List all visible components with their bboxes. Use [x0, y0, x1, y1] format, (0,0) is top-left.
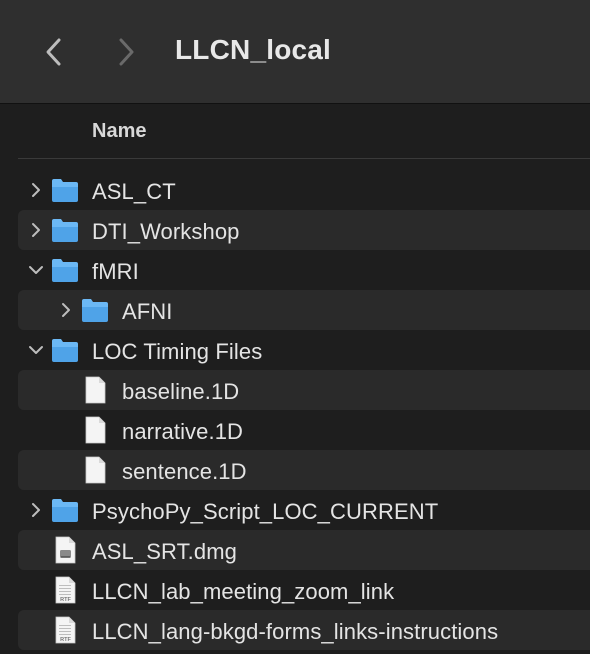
disclosure-collapsed-icon[interactable] — [26, 220, 46, 240]
rtf-document-icon: RTF — [50, 615, 80, 644]
folder-icon — [50, 256, 80, 284]
folder-row-dti-workshop[interactable]: DTI_Workshop — [18, 210, 590, 250]
name-column-header[interactable]: Name — [92, 120, 146, 143]
rtf-document-icon: RTF — [50, 575, 80, 604]
item-label: DTI_Workshop — [92, 219, 240, 244]
item-label: narrative.1D — [122, 419, 244, 444]
file-row-llcn-lab-meeting-zoom-link[interactable]: RTF LLCN_lab_meeting_zoom_link — [18, 570, 590, 610]
file-list: ASL_CT DTI_Workshop fMRI AFNI LOC Timing Fil… — [0, 170, 590, 650]
folder-icon — [80, 296, 110, 324]
disclosure-collapsed-icon[interactable] — [56, 300, 76, 320]
folder-icon — [50, 216, 80, 244]
disclosure-expanded-icon[interactable] — [26, 340, 46, 360]
file-row-baseline-1d[interactable]: baseline.1D — [18, 370, 590, 410]
folder-row-psychopy-script-loc-current[interactable]: PsychoPy_Script_LOC_CURRENT — [18, 490, 590, 530]
item-label: fMRI — [92, 259, 139, 284]
file-row-asl-srt-dmg[interactable]: ASL_SRT.dmg — [18, 530, 590, 570]
document-icon — [80, 375, 110, 404]
folder-row-fmri[interactable]: fMRI — [18, 250, 590, 290]
item-label: LLCN_lab_meeting_zoom_link — [92, 579, 395, 604]
chevron-left-icon — [46, 38, 61, 66]
item-label: LLCN_lang-bkgd-forms_links-instructions — [92, 619, 499, 644]
item-label: ASL_SRT.dmg — [92, 539, 237, 564]
item-label: baseline.1D — [122, 379, 240, 404]
disclosure-expanded-icon[interactable] — [26, 260, 46, 280]
header-divider — [18, 158, 590, 159]
item-label: LOC Timing Files — [92, 339, 263, 364]
item-label: AFNI — [122, 299, 173, 324]
item-label: PsychoPy_Script_LOC_CURRENT — [92, 499, 439, 524]
folder-icon — [50, 176, 80, 204]
folder-row-asl-ct[interactable]: ASL_CT — [18, 170, 590, 210]
disk-image-icon — [50, 535, 80, 564]
forward-button[interactable] — [112, 32, 140, 72]
svg-text:RTF: RTF — [60, 597, 71, 603]
svg-text:RTF: RTF — [60, 637, 71, 643]
file-row-sentence-1d[interactable]: sentence.1D — [18, 450, 590, 490]
file-row-llcn-lang-bkgd-forms-links-instructions[interactable]: RTF LLCN_lang-bkgd-forms_links-instructio… — [18, 610, 590, 650]
chevron-right-icon — [119, 38, 134, 66]
folder-icon — [50, 496, 80, 524]
document-icon — [80, 415, 110, 444]
folder-icon — [50, 336, 80, 364]
disclosure-collapsed-icon[interactable] — [26, 180, 46, 200]
file-row-narrative-1d[interactable]: narrative.1D — [18, 410, 590, 450]
item-label: sentence.1D — [122, 459, 247, 484]
list-header: Name — [0, 105, 590, 159]
window-title: LLCN_local — [175, 34, 332, 65]
document-icon — [80, 455, 110, 484]
folder-row-afni[interactable]: AFNI — [18, 290, 590, 330]
item-label: ASL_CT — [92, 179, 176, 204]
back-button[interactable] — [40, 32, 68, 72]
folder-row-loc-timing-files[interactable]: LOC Timing Files — [18, 330, 590, 370]
toolbar: LLCN_local — [0, 0, 590, 104]
disclosure-collapsed-icon[interactable] — [26, 500, 46, 520]
